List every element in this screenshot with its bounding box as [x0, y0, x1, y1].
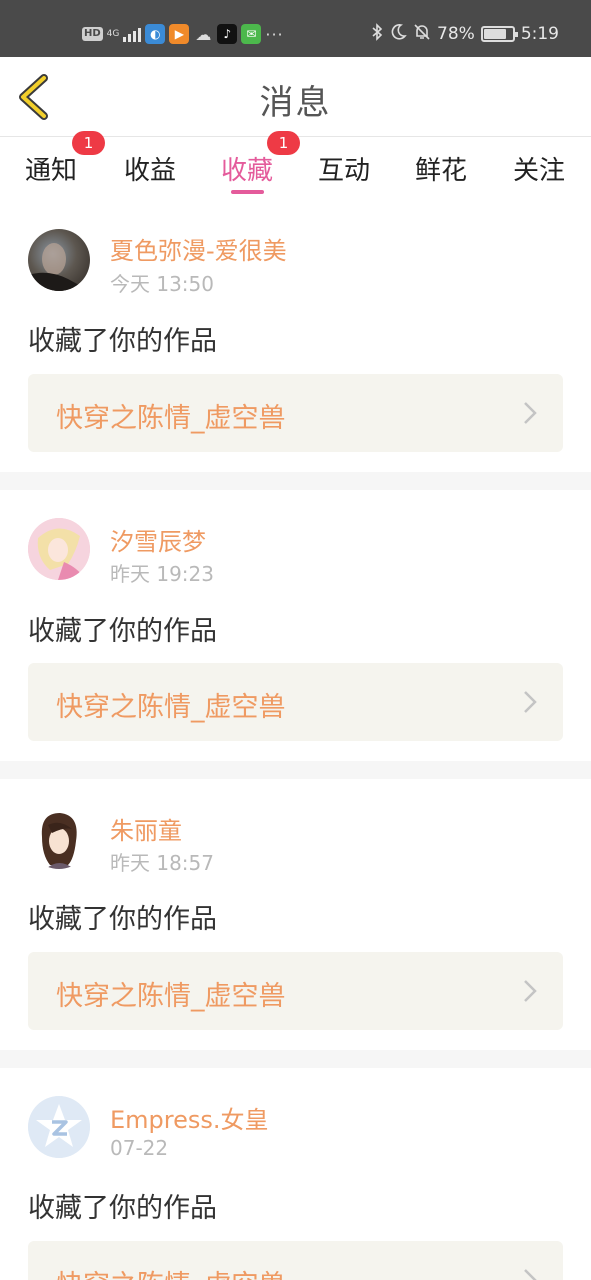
avatar[interactable]: [28, 807, 90, 869]
do-not-disturb-moon-icon: [389, 23, 407, 46]
anime-girl-avatar-icon: [28, 518, 90, 580]
work-title: 快穿之陈情_虚空兽: [56, 1263, 286, 1280]
message-card: Empress.女皇 07-22 收藏了你的作品 快穿之陈情_虚空兽: [0, 1068, 591, 1280]
user-name[interactable]: 朱丽童: [110, 811, 182, 846]
message-card: 汐雪辰梦 昨天 19:23 收藏了你的作品 快穿之陈情_虚空兽: [0, 490, 591, 761]
tab-follows[interactable]: 关注: [499, 150, 579, 187]
user-photo-avatar-icon: [28, 243, 90, 291]
user-name[interactable]: Empress.女皇: [110, 1100, 269, 1135]
user-name[interactable]: 汐雪辰梦: [110, 522, 206, 557]
notifications-badge: 1: [72, 131, 105, 155]
favorites-badge: 1: [267, 131, 300, 155]
message-time: 昨天 18:57: [110, 851, 214, 875]
status-icons-right: 78% 5:19: [371, 22, 559, 46]
message-time: 昨天 19:23: [110, 562, 214, 586]
work-link[interactable]: 快穿之陈情_虚空兽: [28, 1241, 563, 1280]
chevron-right-icon: [524, 691, 537, 713]
divider: [0, 472, 591, 490]
action-text: 收藏了你的作品: [28, 326, 217, 357]
tab-flowers[interactable]: 鲜花: [401, 150, 481, 187]
chat-app-icon: ✉: [241, 24, 262, 44]
status-icons-left: HD 4G ◐ ▶ ☁ ♪ ✉ ···: [82, 22, 284, 46]
network-type-icon: 4G: [106, 29, 120, 39]
tab-favorites[interactable]: 收藏: [207, 150, 287, 187]
mute-bell-icon: [413, 23, 431, 46]
video-app-icon: ▶: [169, 24, 190, 44]
signal-icon: [123, 26, 142, 42]
message-time: 今天 13:50: [110, 272, 214, 296]
battery-percent: 78%: [437, 24, 475, 44]
chevron-right-icon: [524, 1269, 537, 1280]
action-text: 收藏了你的作品: [28, 1193, 217, 1224]
tiktok-app-icon: ♪: [217, 24, 238, 44]
browser-app-icon: ◐: [145, 24, 166, 44]
avatar[interactable]: [28, 1096, 90, 1158]
bluetooth-icon: [371, 22, 383, 46]
avatar[interactable]: [28, 229, 90, 291]
user-name[interactable]: 夏色弥漫-爱很美: [110, 231, 287, 266]
default-star-avatar-icon: [28, 1096, 90, 1158]
work-title: 快穿之陈情_虚空兽: [56, 403, 286, 434]
more-notifications-icon: ···: [265, 24, 284, 44]
chevron-right-icon: [524, 980, 537, 1002]
nav-header: 消息: [0, 57, 591, 137]
clock: 5:19: [520, 24, 559, 44]
tab-earnings[interactable]: 收益: [110, 150, 190, 187]
message-card: 朱丽童 昨天 18:57 收藏了你的作品 快穿之陈情_虚空兽: [0, 779, 591, 1050]
work-title: 快穿之陈情_虚空兽: [56, 692, 286, 723]
divider: [0, 1050, 591, 1068]
tab-notifications[interactable]: 通知: [11, 150, 91, 187]
hd-icon: HD: [82, 27, 103, 41]
battery-icon: [480, 26, 518, 42]
divider: [0, 761, 591, 779]
action-text: 收藏了你的作品: [28, 904, 217, 935]
work-link[interactable]: 快穿之陈情_虚空兽: [28, 952, 563, 1030]
chevron-right-icon: [524, 402, 537, 424]
tab-interactions[interactable]: 互动: [304, 150, 384, 187]
cloud-icon: ☁: [195, 24, 212, 44]
work-link[interactable]: 快穿之陈情_虚空兽: [28, 374, 563, 452]
status-bar: HD 4G ◐ ▶ ☁ ♪ ✉ ··· 78% 5:19: [0, 0, 591, 57]
avatar[interactable]: [28, 518, 90, 580]
active-tab-indicator: [231, 190, 264, 194]
work-link[interactable]: 快穿之陈情_虚空兽: [28, 663, 563, 741]
action-text: 收藏了你的作品: [28, 616, 217, 647]
message-time: 07-22: [110, 1136, 169, 1160]
anime-boy-avatar-icon: [41, 813, 77, 869]
page-title: 消息: [259, 83, 332, 123]
work-title: 快穿之陈情_虚空兽: [56, 981, 286, 1012]
message-card: 夏色弥漫-爱很美 今天 13:50 收藏了你的作品 快穿之陈情_虚空兽: [0, 200, 591, 472]
